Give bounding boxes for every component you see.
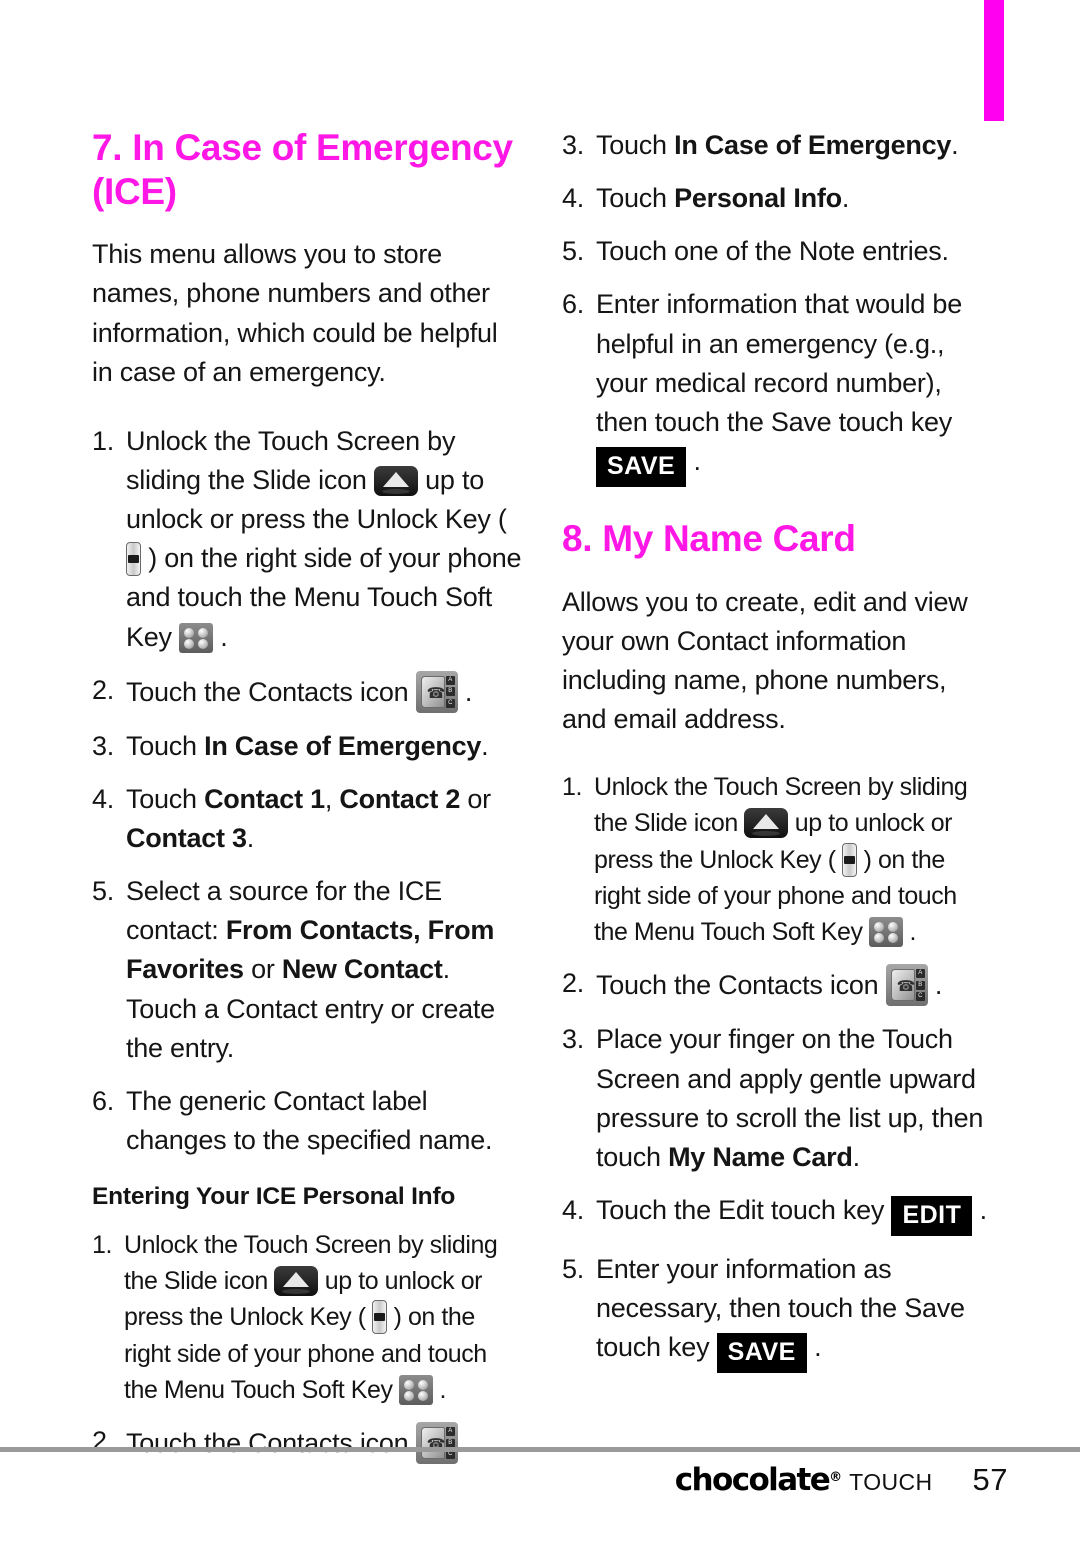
subheading-entering-ice-personal-info: Entering Your ICE Personal Info xyxy=(92,1183,456,1211)
list-item: 3. Place your finger on the Touch Screen… xyxy=(562,1020,992,1177)
page-number: 57 xyxy=(972,1462,1008,1497)
step-text: Touch Personal Info. xyxy=(596,183,850,214)
emphasis-personal-info: Personal Info xyxy=(674,183,842,214)
step-number: 5. xyxy=(562,236,585,267)
ice-steps-continued: 3. Touch In Case of Emergency. 4. Touch … xyxy=(562,126,992,487)
step-number: 3. xyxy=(562,130,585,160)
footer-divider xyxy=(0,1447,1080,1452)
list-item: 5. Enter your information as necessary, … xyxy=(562,1250,992,1374)
left-column: 7. In Case of Emergency (ICE) This menu … xyxy=(92,126,522,1464)
unlock-key-icon xyxy=(372,1300,388,1335)
chapter-heading-line2: (ICE) xyxy=(92,170,177,212)
save-touch-key-badge[interactable]: SAVE xyxy=(716,1333,807,1374)
step-text: Touch Contact 1, Contact 2 or Contact 3. xyxy=(126,783,491,853)
unlock-key-icon xyxy=(126,542,141,577)
list-item: 1. Unlock the Touch Screen by sliding th… xyxy=(92,422,522,657)
step-text: Unlock the Touch Screen by sliding the S… xyxy=(594,773,968,948)
step-text: Unlock the Touch Screen by sliding the S… xyxy=(124,1230,498,1405)
step-number: 2. xyxy=(562,968,585,999)
step-text: Unlock the Touch Screen by sliding the S… xyxy=(126,425,522,653)
list-item: 6. The generic Contact label changes to … xyxy=(92,1082,522,1160)
brand-logo-name: chocolate xyxy=(674,1462,831,1498)
step-number: 4. xyxy=(562,183,585,214)
step-text: Touch the Edit touch key EDIT . xyxy=(596,1191,992,1237)
menu-soft-key-icon xyxy=(399,1374,434,1405)
emphasis-in-case-of-emergency: In Case of Emergency xyxy=(674,130,952,160)
list-item: 2. Touch the Contacts icon ☎ A B C . xyxy=(92,1422,522,1464)
slide-icon xyxy=(373,466,418,497)
list-item: 4. Touch Contact 1, Contact 2 or Contact… xyxy=(92,780,522,858)
menu-soft-key-icon xyxy=(869,917,904,948)
manual-page: 7. In Case of Emergency (ICE) This menu … xyxy=(0,0,1080,1552)
step-number: 1. xyxy=(92,425,115,456)
brand-logo: chocolate® xyxy=(675,1462,842,1498)
contacts-icon: ☎ A B C xyxy=(415,1422,458,1464)
ice-steps-list: 1. Unlock the Touch Screen by sliding th… xyxy=(92,422,522,1160)
list-item: 4. Touch the Edit touch key EDIT . xyxy=(562,1191,992,1237)
step-number: 4. xyxy=(92,783,115,814)
step-text: Enter your information as necessary, the… xyxy=(596,1250,992,1374)
step-number: 3. xyxy=(562,1024,585,1055)
step-text: Touch one of the Note entries. xyxy=(596,236,949,267)
list-item: 3. Touch In Case of Emergency. xyxy=(562,126,992,165)
my-name-card-steps: 1. Unlock the Touch Screen by sliding th… xyxy=(562,769,992,1374)
step-text: Touch In Case of Emergency. xyxy=(596,130,959,160)
step-text: Enter information that would be helpful … xyxy=(596,285,992,487)
step-text: Touch the Contacts icon ☎ A B C . xyxy=(126,670,522,713)
emphasis-new-contact: New Contact xyxy=(281,954,443,985)
contacts-icon: ☎ A B C xyxy=(415,670,458,713)
right-column: 3. Touch In Case of Emergency. 4. Touch … xyxy=(562,126,992,1374)
step-number: 2. xyxy=(92,674,115,705)
chapter-heading-my-name-card: 8. My Name Card xyxy=(562,517,856,559)
step-number: 1. xyxy=(562,773,582,802)
chapter-heading-line1: 7. In Case of Emergency xyxy=(92,127,513,168)
slide-icon xyxy=(744,808,789,839)
list-item: 1. Unlock the Touch Screen by sliding th… xyxy=(562,769,992,950)
step-text: Touch In Case of Emergency. xyxy=(126,730,489,761)
page-footer: chocolate® TOUCH 57 xyxy=(0,1462,1008,1498)
ice-intro-paragraph: This menu allows you to store names, pho… xyxy=(92,239,498,387)
step-text: Select a source for the ICE contact: Fro… xyxy=(126,876,495,1063)
step-text: The generic Contact label changes to the… xyxy=(126,1085,493,1155)
step-number: 5. xyxy=(562,1254,585,1285)
step-number: 3. xyxy=(92,730,115,761)
step-number: 6. xyxy=(92,1085,115,1116)
list-item: 5. Select a source for the ICE contact: … xyxy=(92,872,522,1068)
step-text: Touch the Contacts icon ☎ A B C . xyxy=(596,964,992,1007)
unlock-key-icon xyxy=(842,842,858,877)
chapter-heading-ice: 7. In Case of Emergency (ICE) xyxy=(92,126,522,213)
emphasis-contact-2: Contact 2 xyxy=(339,783,461,814)
step-number: 1. xyxy=(92,1230,112,1259)
list-item: 2. Touch the Contacts icon ☎ A B C . xyxy=(562,964,992,1007)
step-number: 2. xyxy=(92,1426,115,1456)
step-number: 5. xyxy=(92,876,115,907)
contacts-icon: ☎ A B C xyxy=(885,964,928,1007)
list-item: 1. Unlock the Touch Screen by sliding th… xyxy=(92,1227,522,1408)
brand-logo-sub: TOUCH xyxy=(849,1469,933,1495)
step-number: 6. xyxy=(562,289,585,320)
list-item: 3. Touch In Case of Emergency. xyxy=(92,727,522,766)
step-text: Touch the Contacts icon ☎ A B C . xyxy=(126,1422,522,1464)
list-item: 2. Touch the Contacts icon ☎ A B C . xyxy=(92,670,522,713)
step-text: Place your finger on the Touch Screen an… xyxy=(596,1024,984,1172)
section-edge-tab xyxy=(984,0,1004,121)
emphasis-in-case-of-emergency: In Case of Emergency xyxy=(204,730,482,761)
menu-soft-key-icon xyxy=(179,622,214,653)
edit-touch-key-badge[interactable]: EDIT xyxy=(891,1196,973,1237)
step-number: 4. xyxy=(562,1195,585,1226)
my-name-card-intro-paragraph: Allows you to create, edit and view your… xyxy=(562,586,968,735)
list-item: 4. Touch Personal Info. xyxy=(562,179,992,218)
emphasis-contact-3: Contact 3 xyxy=(126,823,247,853)
ice-personal-info-steps: 1. Unlock the Touch Screen by sliding th… xyxy=(92,1227,522,1464)
list-item: 6. Enter information that would be helpf… xyxy=(562,285,992,487)
emphasis-my-name-card: My Name Card xyxy=(668,1141,853,1172)
list-item: 5. Touch one of the Note entries. xyxy=(562,232,992,271)
registered-mark-icon: ® xyxy=(829,1470,843,1485)
emphasis-contact-1: Contact 1 xyxy=(204,783,325,814)
slide-icon xyxy=(274,1266,319,1296)
save-touch-key-badge[interactable]: SAVE xyxy=(596,446,687,487)
